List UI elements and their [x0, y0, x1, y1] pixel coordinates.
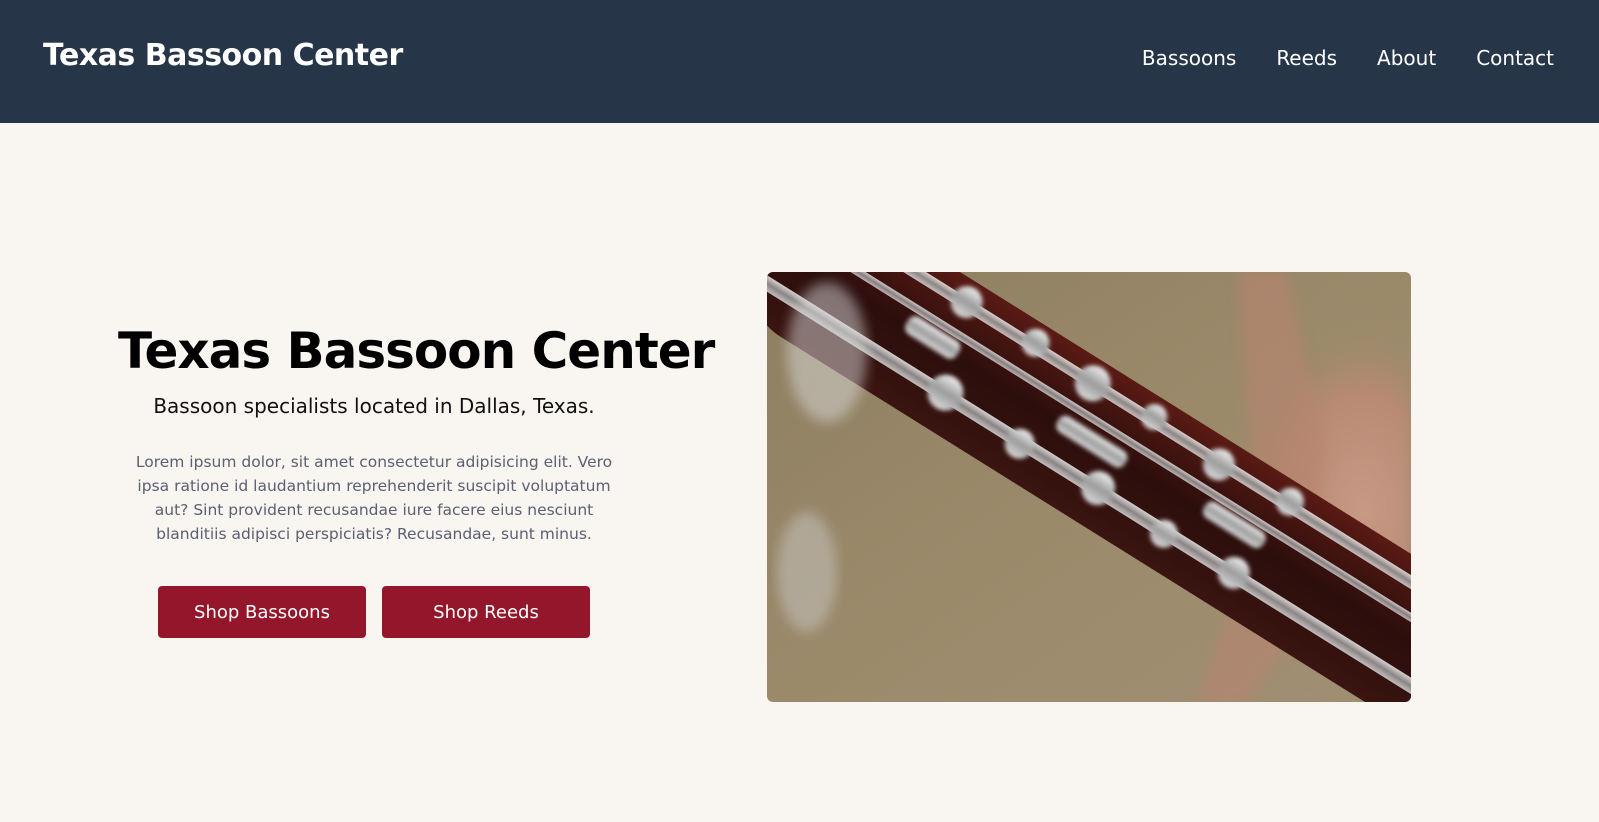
- hero-subtitle: Bassoon specialists located in Dallas, T…: [153, 394, 595, 418]
- site-header: Texas Bassoon Center Bassoons Reeds Abou…: [0, 0, 1599, 123]
- shop-reeds-button[interactable]: Shop Reeds: [382, 586, 590, 638]
- main-nav: Bassoons Reeds About Contact: [1102, 46, 1554, 70]
- hero-description: Lorem ipsum dolor, sit amet consectetur …: [135, 453, 613, 543]
- site-logo-text[interactable]: Texas Bassoon Center: [43, 38, 403, 73]
- nav-link-reeds[interactable]: Reeds: [1276, 46, 1337, 70]
- bassoon-photo-illustration: [767, 272, 1411, 702]
- hero-title: Texas Bassoon Center: [118, 322, 715, 380]
- hero-buttons: Shop Bassoons Shop Reeds: [118, 586, 630, 638]
- nav-link-about[interactable]: About: [1377, 46, 1436, 70]
- nav-link-contact[interactable]: Contact: [1476, 46, 1554, 70]
- bassoon-photo: [767, 272, 1411, 702]
- nav-link-bassoons[interactable]: Bassoons: [1142, 46, 1236, 70]
- shop-bassoons-button[interactable]: Shop Bassoons: [158, 586, 366, 638]
- hero-text-section: Texas Bassoon Center Bassoon specialists…: [118, 318, 715, 638]
